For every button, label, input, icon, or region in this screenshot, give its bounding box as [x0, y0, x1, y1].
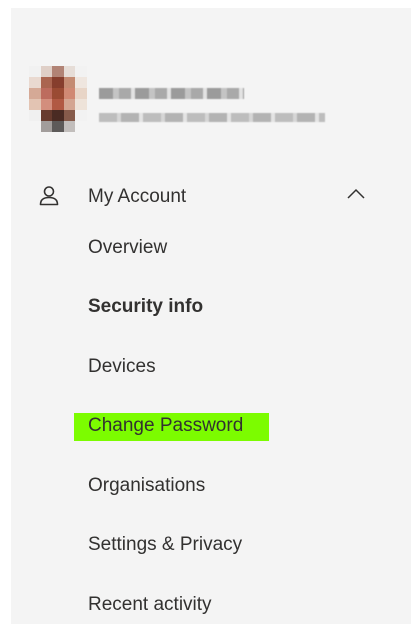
- avatar: [29, 66, 87, 132]
- person-icon: [39, 186, 59, 206]
- my-account-label: My Account: [88, 186, 187, 207]
- profile-card[interactable]: [29, 66, 349, 136]
- account-sidebar: My Account Overview Security info Device…: [11, 8, 411, 624]
- profile-name: [99, 88, 244, 99]
- nav-item-overview[interactable]: Overview: [88, 236, 167, 260]
- nav-item-settings-privacy[interactable]: Settings & Privacy: [88, 533, 242, 557]
- nav-item-organisations[interactable]: Organisations: [88, 474, 205, 498]
- my-account-section-header[interactable]: My Account: [11, 178, 411, 214]
- nav-item-recent-activity[interactable]: Recent activity: [88, 593, 212, 617]
- profile-email: [99, 113, 325, 122]
- nav-item-devices[interactable]: Devices: [88, 355, 156, 379]
- nav-item-security-info[interactable]: Security info: [88, 295, 203, 319]
- chevron-up-icon[interactable]: [345, 186, 367, 202]
- nav-item-change-password[interactable]: Change Password: [74, 413, 270, 441]
